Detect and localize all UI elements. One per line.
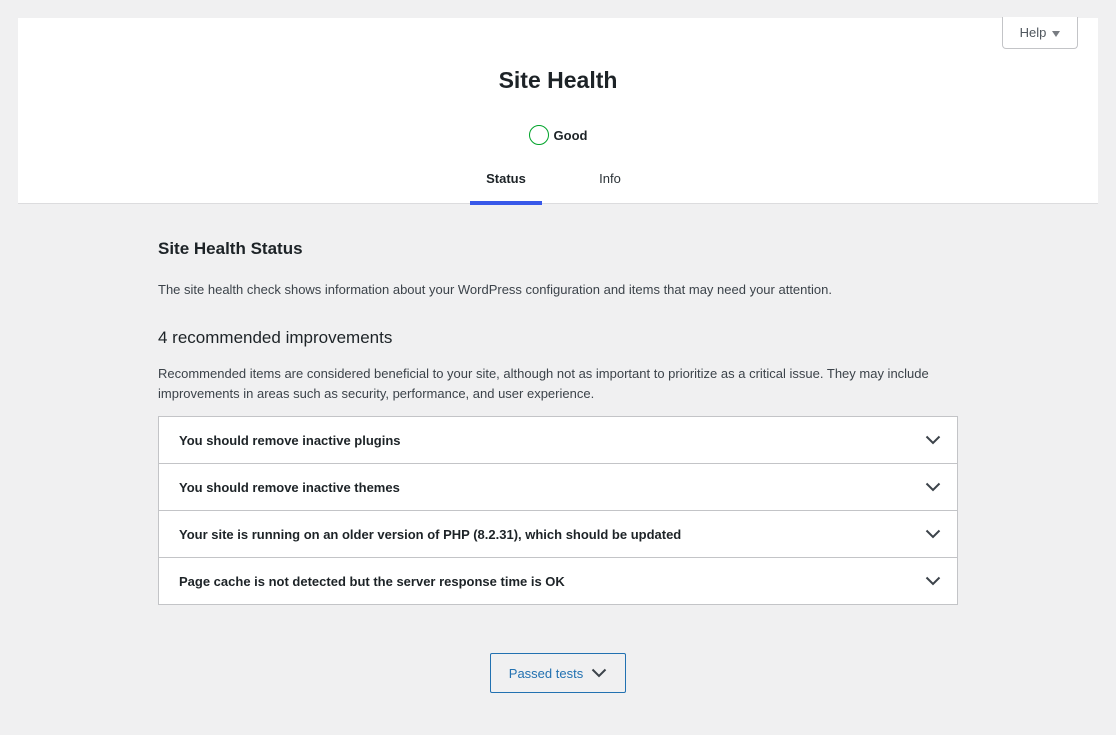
chevron-down-icon	[925, 573, 941, 589]
health-score-label: Good	[553, 127, 588, 143]
improvement-item-inactive-themes[interactable]: You should remove inactive themes	[159, 464, 957, 511]
improvements-title: 4 recommended improvements	[158, 328, 393, 347]
passed-tests-button[interactable]: Passed tests	[490, 653, 626, 693]
site-health-header: Help Site Health Good Status Info	[18, 17, 1098, 205]
help-button-label: Help	[1019, 25, 1047, 40]
chevron-down-icon	[925, 432, 941, 448]
tab-status-label: Status	[486, 171, 526, 186]
improvement-item-label: Your site is running on an older version…	[179, 526, 682, 542]
health-score-circle-icon	[528, 125, 549, 145]
site-health-tabs: Status Info	[18, 158, 1098, 205]
improvement-item-inactive-plugins[interactable]: You should remove inactive plugins	[159, 417, 957, 464]
tab-status[interactable]: Status	[470, 158, 542, 205]
improvement-item-label: Page cache is not detected but the serve…	[179, 573, 565, 589]
page-title: Site Health	[498, 67, 618, 93]
recommended-improvements-list: You should remove inactive plugins You s…	[158, 416, 958, 605]
chevron-down-icon	[591, 665, 607, 681]
tab-info-label: Info	[599, 171, 621, 186]
passed-tests-label: Passed tests	[508, 665, 584, 681]
improvement-item-php-version[interactable]: Your site is running on an older version…	[159, 511, 957, 558]
improvement-item-label: You should remove inactive themes	[179, 479, 400, 495]
site-health-score: Good	[18, 125, 1098, 145]
section-description: The site health check shows information …	[158, 282, 832, 297]
tab-info[interactable]: Info	[574, 158, 646, 204]
chevron-down-icon	[925, 479, 941, 495]
section-title: Site Health Status	[158, 239, 303, 258]
chevron-down-icon	[925, 526, 941, 542]
help-button[interactable]: Help	[1002, 17, 1078, 49]
caret-down-icon	[1052, 30, 1061, 37]
improvements-description: Recommended items are considered benefic…	[158, 366, 929, 401]
improvement-item-page-cache[interactable]: Page cache is not detected but the serve…	[159, 558, 957, 604]
improvement-item-label: You should remove inactive plugins	[179, 432, 401, 448]
